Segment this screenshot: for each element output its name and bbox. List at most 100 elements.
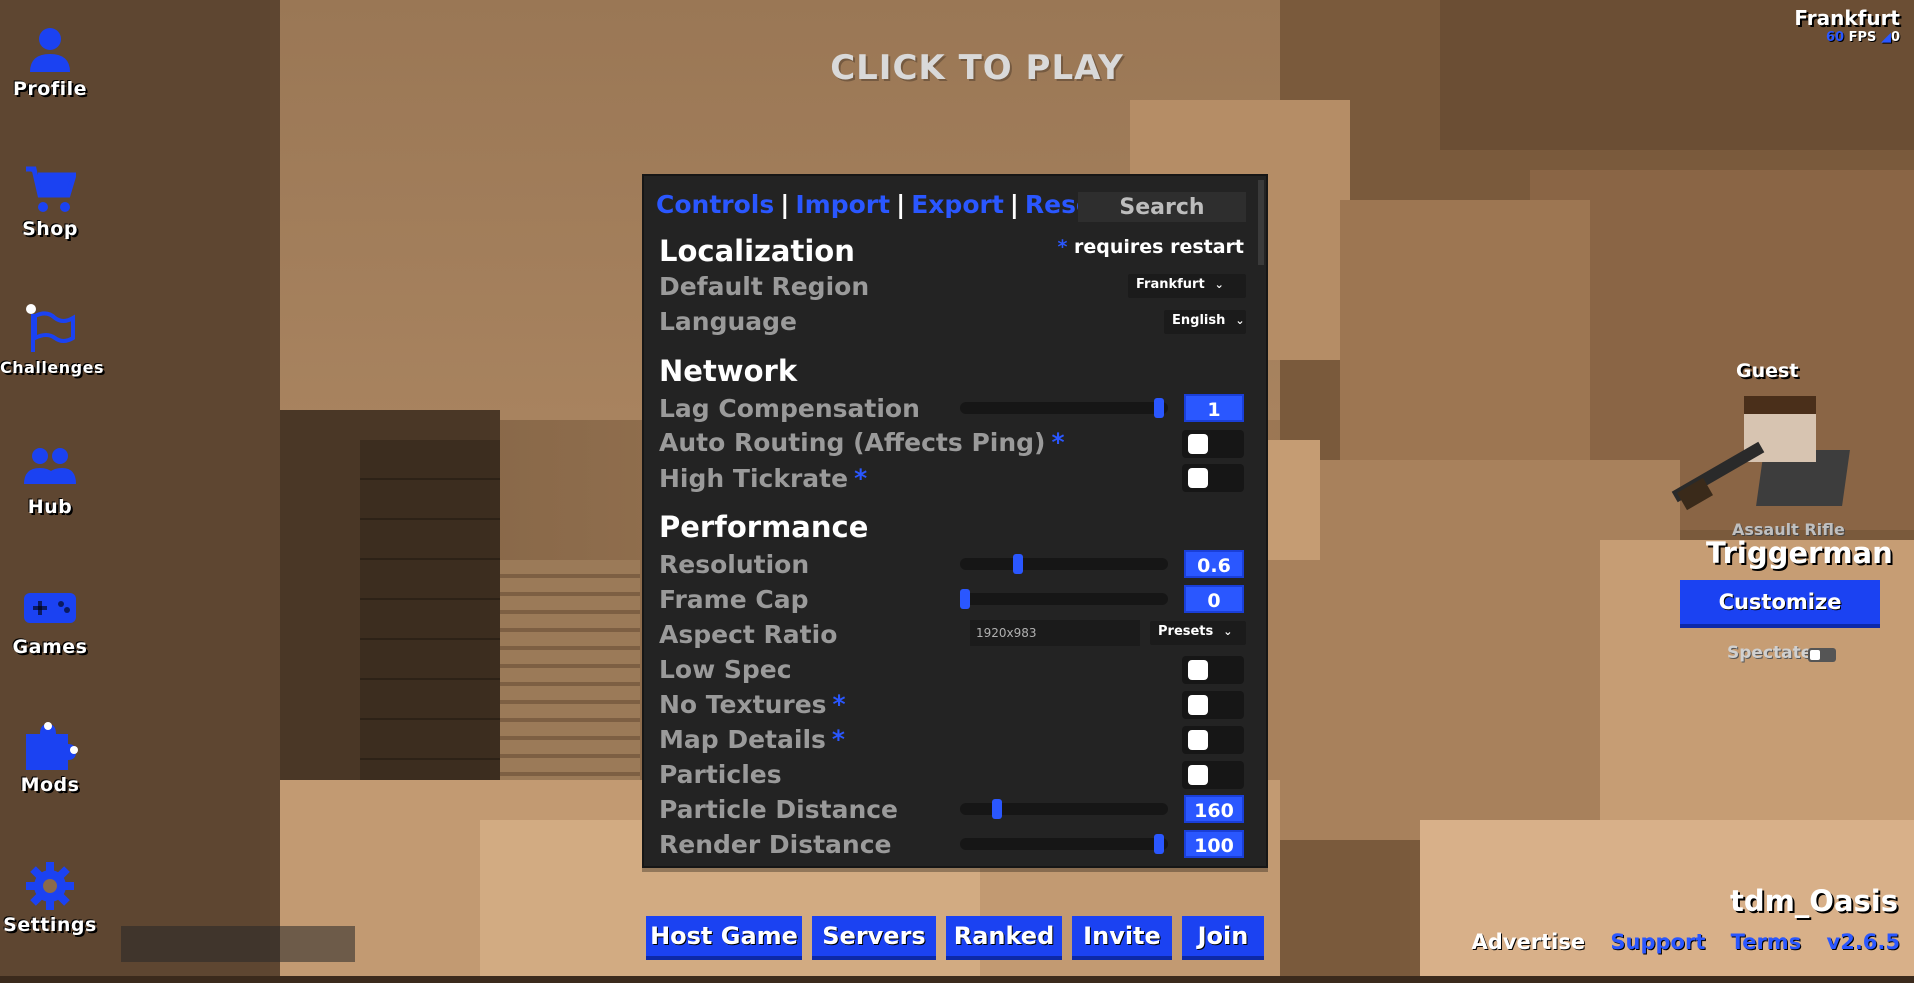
map-details-toggle[interactable] bbox=[1182, 726, 1244, 754]
map-details-text: Map Details bbox=[659, 725, 826, 754]
character-hair bbox=[1744, 396, 1816, 414]
slider-knob[interactable] bbox=[1154, 398, 1165, 418]
sidebar-item-profile[interactable]: Profile bbox=[0, 22, 100, 100]
lag-compensation-label: Lag Compensation bbox=[659, 394, 920, 423]
high-tickrate-text: High Tickrate bbox=[659, 464, 849, 493]
advertise-link[interactable]: Advertise bbox=[1472, 930, 1586, 954]
no-textures-toggle[interactable] bbox=[1182, 691, 1244, 719]
sidebar-item-label: Games bbox=[12, 636, 88, 658]
sidebar-item-challenges[interactable]: Challenges bbox=[0, 302, 104, 377]
aspect-presets-select[interactable]: Presets ⌄ bbox=[1150, 621, 1246, 645]
restart-star: * bbox=[832, 690, 846, 719]
profile-icon bbox=[22, 22, 78, 78]
render-distance-label: Render Distance bbox=[659, 830, 892, 859]
controls-link[interactable]: Controls bbox=[656, 190, 774, 219]
default-region-value: Frankfurt bbox=[1136, 277, 1205, 292]
spectate-toggle[interactable] bbox=[1808, 648, 1836, 662]
settings-search-input[interactable] bbox=[1078, 192, 1246, 222]
spectate-label: Spectate bbox=[1727, 643, 1813, 663]
slider-knob[interactable] bbox=[991, 799, 1002, 819]
sidebar-item-shop[interactable]: Shop bbox=[0, 162, 100, 240]
restart-note-text: requires restart bbox=[1074, 236, 1244, 258]
no-textures-text: No Textures bbox=[659, 690, 827, 719]
sidebar-item-label: Settings bbox=[3, 914, 97, 936]
section-title-network: Network bbox=[659, 354, 798, 388]
lag-compensation-slider[interactable] bbox=[960, 398, 1168, 418]
sidebar-item-hub[interactable]: Hub bbox=[0, 440, 100, 518]
lag-compensation-value[interactable]: 1 bbox=[1184, 394, 1244, 422]
slider-knob[interactable] bbox=[1154, 834, 1165, 854]
sidebar: Profile Shop Challenges Hub Games Mods S… bbox=[0, 0, 104, 983]
invite-button[interactable]: Invite bbox=[1072, 916, 1172, 960]
flag-icon bbox=[22, 302, 78, 358]
restart-star: * bbox=[1051, 428, 1065, 457]
toggle-dot bbox=[1188, 468, 1208, 488]
sidebar-item-games[interactable]: Games bbox=[0, 580, 100, 658]
restart-star: * bbox=[1057, 236, 1068, 258]
sidebar-item-label: Challenges bbox=[0, 358, 104, 377]
section-title-localization: Localization bbox=[659, 234, 855, 268]
fps-readout: 60 FPS ◢0 bbox=[1794, 30, 1900, 45]
settings-topbar: Controls | Import | Export | Reset bbox=[656, 190, 1105, 219]
language-select[interactable]: English ⌄ bbox=[1164, 310, 1246, 334]
particle-distance-value[interactable]: 160 bbox=[1184, 795, 1244, 823]
slider-knob[interactable] bbox=[1013, 554, 1024, 574]
toggle-dot bbox=[1188, 730, 1208, 750]
aspect-presets-value: Presets bbox=[1158, 624, 1214, 639]
sidebar-item-mods[interactable]: Mods bbox=[0, 718, 100, 796]
ranked-button[interactable]: Ranked bbox=[946, 916, 1062, 960]
cart-icon bbox=[22, 162, 78, 218]
resolution-slider[interactable] bbox=[960, 554, 1168, 574]
particles-toggle[interactable] bbox=[1182, 761, 1244, 789]
export-link[interactable]: Export bbox=[911, 190, 1004, 219]
resolution-label: Resolution bbox=[659, 550, 810, 579]
aspect-ratio-input[interactable] bbox=[970, 620, 1140, 646]
separator: | bbox=[896, 190, 906, 219]
sidebar-item-label: Profile bbox=[12, 78, 88, 100]
frame-cap-slider[interactable] bbox=[960, 589, 1168, 609]
separator: | bbox=[1009, 190, 1019, 219]
sidebar-text-input[interactable] bbox=[121, 926, 355, 962]
fps-label: FPS bbox=[1848, 30, 1877, 45]
resolution-value[interactable]: 0.6 bbox=[1184, 550, 1244, 578]
gamepad-icon bbox=[22, 580, 78, 636]
particle-distance-slider[interactable] bbox=[960, 799, 1168, 819]
slider-knob[interactable] bbox=[960, 589, 970, 609]
region-name: Frankfurt bbox=[1794, 6, 1900, 30]
sidebar-item-settings[interactable]: Settings bbox=[0, 858, 100, 936]
sidebar-item-label: Hub bbox=[27, 496, 73, 518]
frame-cap-value[interactable]: 0 bbox=[1184, 585, 1244, 613]
footer-links: Advertise Support Terms v2.6.5 bbox=[1454, 930, 1900, 954]
chevron-down-icon: ⌄ bbox=[1235, 314, 1245, 327]
toggle-dot bbox=[1188, 765, 1208, 785]
default-region-label: Default Region bbox=[659, 272, 870, 301]
high-tickrate-toggle[interactable] bbox=[1182, 464, 1244, 492]
high-tickrate-label: High Tickrate * bbox=[659, 464, 867, 493]
restart-star: * bbox=[831, 725, 845, 754]
scene-bottom-strip bbox=[0, 976, 1914, 983]
click-to-play-prompt[interactable]: CLICK TO PLAY bbox=[0, 48, 1914, 88]
render-distance-value[interactable]: 100 bbox=[1184, 830, 1244, 858]
import-link[interactable]: Import bbox=[795, 190, 890, 219]
class-name: Triggerman bbox=[1706, 536, 1893, 570]
chevron-down-icon: ⌄ bbox=[1214, 278, 1224, 291]
default-region-select[interactable]: Frankfurt ⌄ bbox=[1128, 274, 1246, 298]
customize-button[interactable]: Customize bbox=[1680, 580, 1880, 628]
version-label: v2.6.5 bbox=[1826, 930, 1900, 954]
servers-button[interactable]: Servers bbox=[812, 916, 936, 960]
sidebar-item-label: Shop bbox=[22, 218, 78, 240]
low-spec-toggle[interactable] bbox=[1182, 656, 1244, 684]
host-game-button[interactable]: Host Game bbox=[646, 916, 802, 960]
terms-link[interactable]: Terms bbox=[1731, 930, 1802, 954]
join-button[interactable]: Join bbox=[1182, 916, 1264, 960]
auto-routing-text: Auto Routing (Affects Ping) bbox=[659, 428, 1046, 457]
guest-label: Guest bbox=[1736, 360, 1799, 382]
render-distance-slider[interactable] bbox=[960, 834, 1168, 854]
no-textures-label: No Textures * bbox=[659, 690, 846, 719]
ping-icon: ◢ bbox=[1880, 30, 1891, 45]
region-info: Frankfurt 60 FPS ◢0 bbox=[1794, 6, 1900, 45]
auto-routing-toggle[interactable] bbox=[1182, 430, 1244, 458]
panel-scrollbar[interactable] bbox=[1258, 180, 1264, 265]
section-title-performance: Performance bbox=[659, 510, 869, 544]
support-link[interactable]: Support bbox=[1610, 930, 1705, 954]
